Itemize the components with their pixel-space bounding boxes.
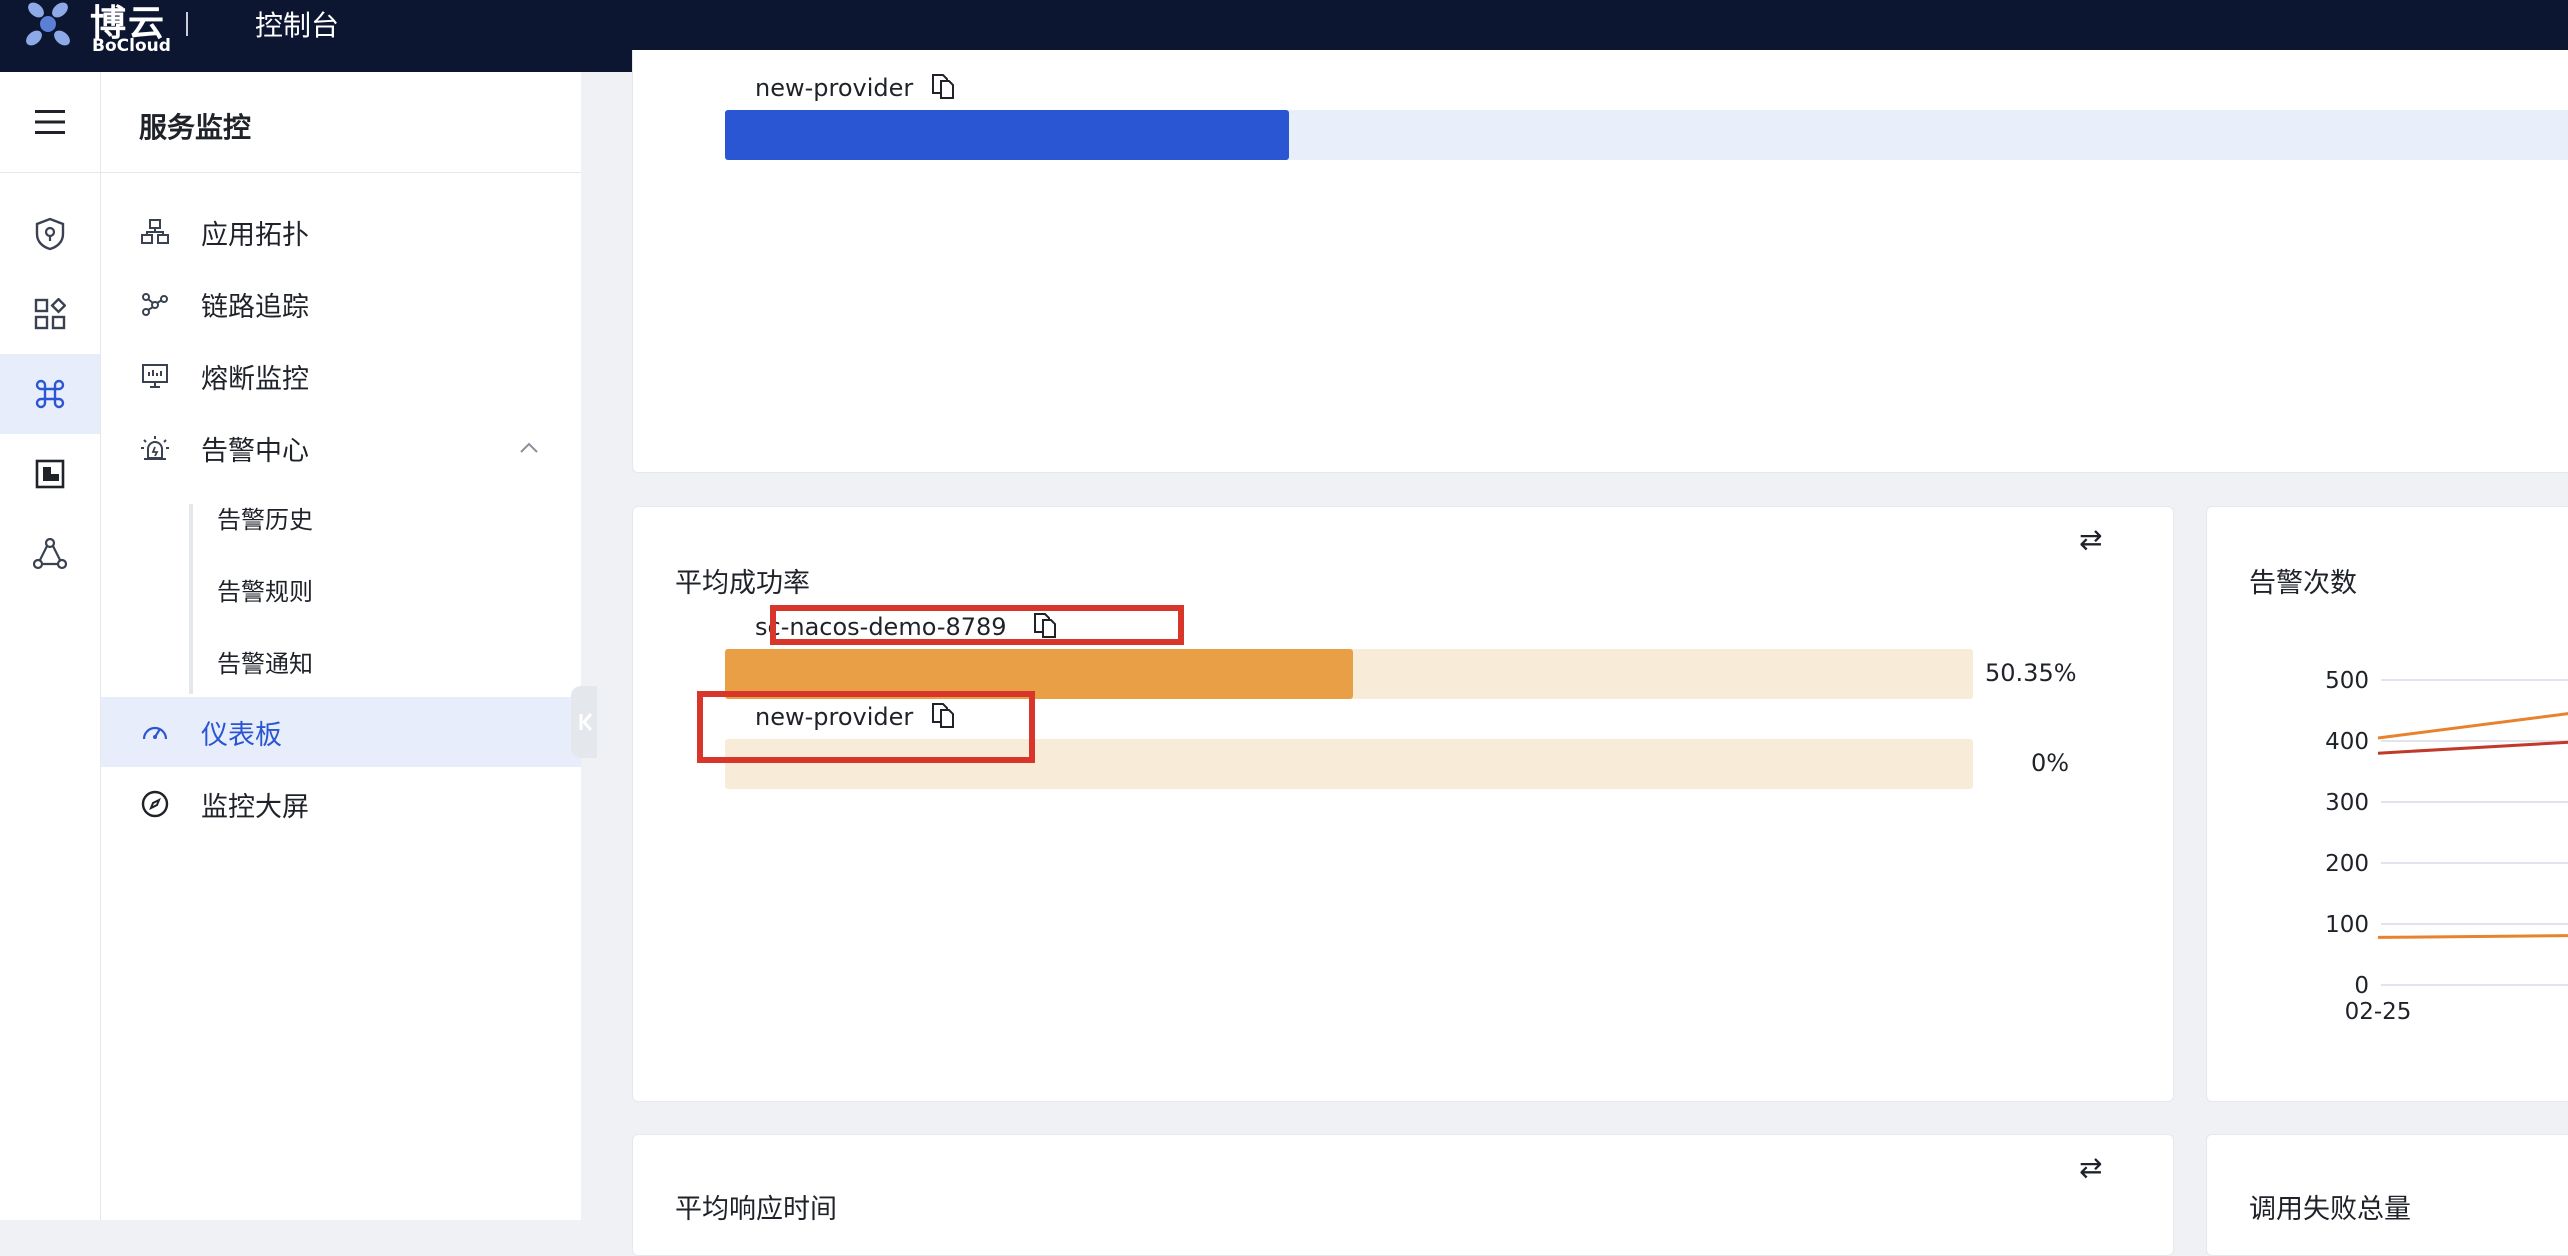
y-tick-label: 500 <box>2325 668 2369 694</box>
sidebar-divider <box>101 172 581 173</box>
chevron-up-icon[interactable] <box>519 442 539 454</box>
sidebar-title: 服务监控 <box>139 111 252 144</box>
alarm-count-card: 告警次数 500 400 300 200 100 0 02-25 <box>2206 506 2568 1102</box>
series-line <box>2377 740 2568 755</box>
highlight-box <box>697 691 1035 763</box>
dashboard-icon <box>139 716 171 748</box>
shield-icon <box>35 217 65 251</box>
logo-icon <box>26 2 70 46</box>
swap-icon[interactable]: ⇄ <box>2079 1151 2102 1184</box>
sidebar-item-label: 告警中心 <box>201 435 309 467</box>
y-tick-label: 200 <box>2325 851 2369 877</box>
rail-item-apps[interactable] <box>0 274 100 354</box>
success-rate-value: 0% <box>2031 749 2070 777</box>
success-rate-card: 平均成功率 ⇄ sc-nacos-demo-8789 50.35% new-pr… <box>632 506 2174 1102</box>
trace-icon <box>139 288 171 320</box>
layout-icon <box>35 459 65 489</box>
series-line <box>2377 934 2568 939</box>
collapse-left-icon <box>579 713 593 731</box>
rail-item-layout[interactable] <box>0 434 100 514</box>
sidebar-item-big-screen[interactable]: 监控大屏 <box>101 769 581 839</box>
response-time-card: 平均响应时间 ⇄ <box>632 1134 2174 1256</box>
sidebar-subitem-alarm-history[interactable]: 告警历史 <box>217 500 313 535</box>
series-line <box>2377 712 2568 740</box>
sidebar-item-circuit-monitor[interactable]: 熔断监控 <box>101 341 581 411</box>
y-tick-label: 100 <box>2325 912 2369 938</box>
progress-track <box>725 110 2568 160</box>
sidebar-item-label: 仪表板 <box>201 719 282 751</box>
sidebar-subitem-alarm-rules[interactable]: 告警规则 <box>217 572 313 607</box>
highlight-box <box>770 605 1184 645</box>
icon-rail <box>0 72 101 1220</box>
progress-fill <box>725 110 1289 160</box>
monitor-icon <box>139 360 171 392</box>
network-icon <box>33 538 67 570</box>
apps-icon <box>34 298 66 330</box>
x-tick-label: 02-25 <box>2345 999 2412 1025</box>
console-title[interactable]: 控制台 <box>255 4 339 44</box>
alarm-line-chart: 500 400 300 200 100 002-25 <box>2325 668 2568 1025</box>
service-monitor-sidebar: 服务监控 应用拓扑 链路追踪 熔断监控 告警中心 告警历史 告警规则 告警通知 … <box>101 72 581 1220</box>
sidebar-item-label: 监控大屏 <box>201 791 309 823</box>
sidebar-collapse-handle[interactable] <box>571 686 597 758</box>
sidebar-item-label: 熔断监控 <box>201 363 309 395</box>
card-title: 调用失败总量 <box>2249 1194 2411 1225</box>
card-title: 平均成功率 <box>675 568 810 599</box>
alarm-icon <box>139 432 171 464</box>
compass-icon <box>139 788 171 820</box>
y-tick-label: 0 <box>2354 973 2369 999</box>
sidebar-item-alarm-center[interactable]: 告警中心 <box>101 413 581 483</box>
swap-icon[interactable]: ⇄ <box>2079 523 2102 556</box>
sidebar-item-topology[interactable]: 应用拓扑 <box>101 197 581 267</box>
header-separator <box>186 12 188 36</box>
rail-item-security[interactable] <box>0 194 100 274</box>
sidebar-subitem-alarm-notify[interactable]: 告警通知 <box>217 644 313 679</box>
service-name: new-provider <box>755 74 914 102</box>
request-count-card: new-provider <box>632 50 2568 473</box>
command-icon <box>35 379 65 409</box>
card-title: 平均响应时间 <box>675 1194 837 1225</box>
copy-icon[interactable] <box>929 72 957 100</box>
sidebar-item-trace[interactable]: 链路追踪 <box>101 269 581 339</box>
y-tick-label: 400 <box>2325 729 2369 755</box>
sidebar-item-dashboard[interactable]: 仪表板 <box>101 697 581 767</box>
submenu-indent-line <box>189 504 193 694</box>
sidebar-item-label: 链路追踪 <box>201 291 309 323</box>
rail-item-service-monitor[interactable] <box>0 354 100 434</box>
fail-total-card: 调用失败总量 <box>2206 1134 2568 1256</box>
topology-icon <box>139 216 171 248</box>
menu-toggle-button[interactable] <box>0 72 100 173</box>
hamburger-icon <box>35 110 65 134</box>
success-rate-value: 50.35% <box>1985 659 2077 687</box>
y-tick-label: 300 <box>2325 790 2369 816</box>
sidebar-item-label: 应用拓扑 <box>201 219 309 251</box>
rail-item-network[interactable] <box>0 514 100 594</box>
logo-subtext: BoCloud <box>92 36 171 56</box>
